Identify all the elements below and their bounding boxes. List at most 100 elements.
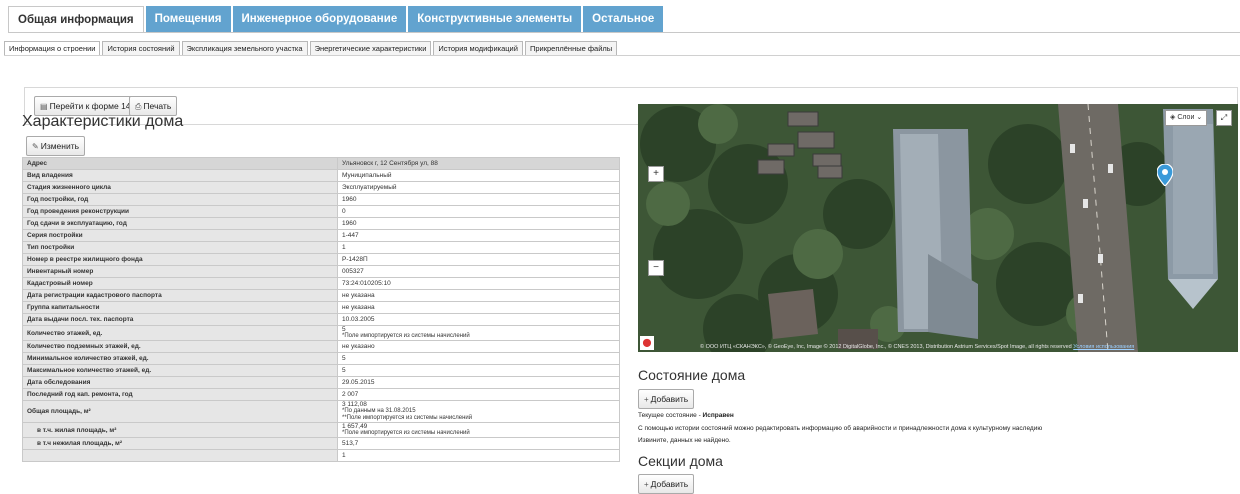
table-row: Вид владения Муниципальный bbox=[22, 169, 620, 182]
row-value: Ульяновск г, 12 Сентября ул, 88 bbox=[337, 157, 620, 170]
row-label: Год сдачи в эксплуатацию, год bbox=[22, 217, 338, 230]
row-value: 1 bbox=[337, 241, 620, 254]
plus-icon: + bbox=[644, 480, 649, 489]
table-row: Дата регистрации кадастрового паспорта не… bbox=[22, 289, 620, 302]
row-note: **Поле импортируется из системы начислен… bbox=[342, 415, 473, 421]
row-label-text: Адрес bbox=[27, 160, 47, 167]
subtab-building-info[interactable]: Информация о строении bbox=[4, 41, 101, 56]
layers-icon: ◈ bbox=[1170, 114, 1176, 121]
table-row: Дата выдачи посл. тех. паспорта 10.03.200… bbox=[22, 313, 620, 326]
layers-button[interactable]: ◈ Слои ⌄ bbox=[1165, 110, 1208, 126]
zoom-in-button[interactable]: + bbox=[648, 166, 664, 182]
row-label-text: в т.ч нежилая площадь, м² bbox=[37, 440, 123, 447]
add-section-button[interactable]: + Добавить bbox=[638, 474, 695, 494]
row-label: Кадастровый номер bbox=[22, 277, 338, 290]
row-label-text: в т.ч. жилая площадь, м² bbox=[37, 426, 117, 434]
tab-structural-elements[interactable]: Конструктивные элементы bbox=[408, 6, 582, 32]
row-value: не указана bbox=[337, 289, 620, 302]
row-value-text: Эксплуатируемый bbox=[342, 184, 397, 191]
row-label: в т.ч. жилая площадь, м² bbox=[22, 422, 338, 438]
sub-tabs: Информация о строении История состояний … bbox=[4, 41, 619, 56]
row-label-text: Количество подземных этажей, ед. bbox=[27, 343, 141, 350]
row-label: Стадия жизненного цикла bbox=[22, 181, 338, 194]
state-title: Состояние дома bbox=[638, 367, 746, 383]
row-label: Количество подземных этажей, ед. bbox=[22, 340, 338, 353]
row-value-text: 1 bbox=[342, 452, 346, 459]
edit-button[interactable]: ✎ Изменить bbox=[26, 136, 86, 156]
row-label: в т.ч нежилая площадь, м² bbox=[22, 437, 338, 450]
zoom-out-button[interactable]: − bbox=[648, 260, 664, 276]
logo-pin-icon: ⬤ bbox=[640, 336, 654, 350]
row-value-text: 0 bbox=[342, 208, 346, 215]
row-label-text: Общая площадь, м² bbox=[27, 408, 91, 415]
tab-engineering-equipment[interactable]: Инженерное оборудование bbox=[232, 6, 407, 32]
row-value-text: 5 bbox=[342, 355, 346, 362]
row-value-text: 10.03.2005 bbox=[342, 316, 375, 323]
add-state-button[interactable]: + Добавить bbox=[638, 389, 695, 409]
row-label: Год постройки, год bbox=[22, 193, 338, 206]
subtab-energy[interactable]: Энергетические характеристики bbox=[309, 41, 432, 56]
row-value-text: 1 657,49 bbox=[342, 423, 368, 430]
characteristics-table: Адрес Ульяновск г, 12 Сентября ул, 88 Вид … bbox=[22, 157, 620, 462]
row-label-text: Серия постройки bbox=[27, 232, 83, 239]
location-marker-icon[interactable] bbox=[1157, 164, 1173, 186]
tab-other[interactable]: Остальное bbox=[583, 6, 664, 32]
table-row: Номер в реестре жилищного фонда Р-1428П bbox=[22, 253, 620, 266]
map[interactable]: + − ◈ Слои ⌄ ⤢ ⬤ © ООО ИТЦ «СКАНЭКС», © … bbox=[638, 104, 1238, 352]
row-label-text: Дата выдачи посл. тех. паспорта bbox=[27, 316, 134, 323]
table-row: в т.ч нежилая площадь, м² 513,7 bbox=[22, 437, 620, 450]
sections-title: Секции дома bbox=[638, 453, 723, 469]
table-row: Тип постройки 1 bbox=[22, 241, 620, 254]
row-value-text: 29.05.2015 bbox=[342, 379, 375, 386]
row-label: Дата обследования bbox=[22, 376, 338, 389]
table-row: Год сдачи в эксплуатацию, год 1960 bbox=[22, 217, 620, 230]
row-value-text: 3 112,08 bbox=[342, 401, 367, 408]
table-row: Максимальное количество этажей, ед. 5 bbox=[22, 364, 620, 377]
subtab-attached-files[interactable]: Прикреплённые файлы bbox=[524, 41, 618, 56]
fullscreen-icon[interactable]: ⤢ bbox=[1216, 110, 1232, 126]
table-row: Год постройки, год 1960 bbox=[22, 193, 620, 206]
row-value-text: 1960 bbox=[342, 196, 357, 203]
row-label-text: Стадия жизненного цикла bbox=[27, 184, 111, 191]
row-value-text: 73:24:010205:10 bbox=[342, 280, 391, 287]
table-row: Кадастровый номер 73:24:010205:10 bbox=[22, 277, 620, 290]
row-value: 1960 bbox=[337, 193, 620, 206]
row-label: Максимальное количество этажей, ед. bbox=[22, 364, 338, 377]
row-value-text: 005327 bbox=[342, 268, 364, 275]
row-note: *По данным на 31.08.2015 bbox=[342, 408, 416, 414]
state-info-text: С помощью истории состояний можно редакт… bbox=[638, 425, 1043, 432]
row-value: не указано bbox=[337, 340, 620, 353]
row-value-text: 2 007 bbox=[342, 391, 359, 398]
table-row: Количество подземных этажей, ед. не указа… bbox=[22, 340, 620, 353]
row-value: Муниципальный bbox=[337, 169, 620, 182]
row-label-text: Вид владения bbox=[27, 172, 73, 179]
row-label-text: Год постройки, год bbox=[27, 196, 89, 203]
row-value: 005327 bbox=[337, 265, 620, 278]
row-label: Группа капитальности bbox=[22, 301, 338, 314]
row-label: Номер в реестре жилищного фонда bbox=[22, 253, 338, 266]
tab-premises[interactable]: Помещения bbox=[145, 6, 231, 32]
map-attribution: © ООО ИТЦ «СКАНЭКС», © GeoEye, Inc, Imag… bbox=[700, 344, 1236, 350]
row-label-text: Инвентарный номер bbox=[27, 268, 94, 275]
tab-general-info[interactable]: Общая информация bbox=[8, 6, 144, 33]
row-value: не указана bbox=[337, 301, 620, 314]
subtab-modification-history[interactable]: История модификаций bbox=[433, 41, 523, 56]
row-label-text: Минимальное количество этажей, ед. bbox=[27, 355, 149, 362]
row-value-text: не указана bbox=[342, 304, 375, 311]
subtab-land-explication[interactable]: Экспликация земельного участка bbox=[181, 41, 308, 56]
row-value-text: 1960 bbox=[342, 220, 357, 227]
current-state-value: Исправен bbox=[702, 412, 734, 419]
row-label-text: Год проведения реконструкции bbox=[27, 208, 130, 215]
sub-tabs-divider bbox=[4, 55, 1240, 56]
current-state-label: Текущее состояние - bbox=[638, 412, 703, 419]
row-value: 1 bbox=[337, 449, 620, 462]
terms-link[interactable]: Условия использования bbox=[1073, 344, 1134, 350]
chevron-down-icon: ⌄ bbox=[1196, 114, 1203, 121]
table-row: Серия постройки 1-447 bbox=[22, 229, 620, 242]
add-section-label: Добавить bbox=[650, 479, 689, 489]
row-label: Адрес bbox=[22, 157, 338, 170]
table-row: Дата обследования 29.05.2015 bbox=[22, 376, 620, 389]
top-tabs-divider bbox=[8, 32, 1240, 33]
add-state-label: Добавить bbox=[650, 394, 689, 404]
subtab-state-history[interactable]: История состояний bbox=[102, 41, 180, 56]
